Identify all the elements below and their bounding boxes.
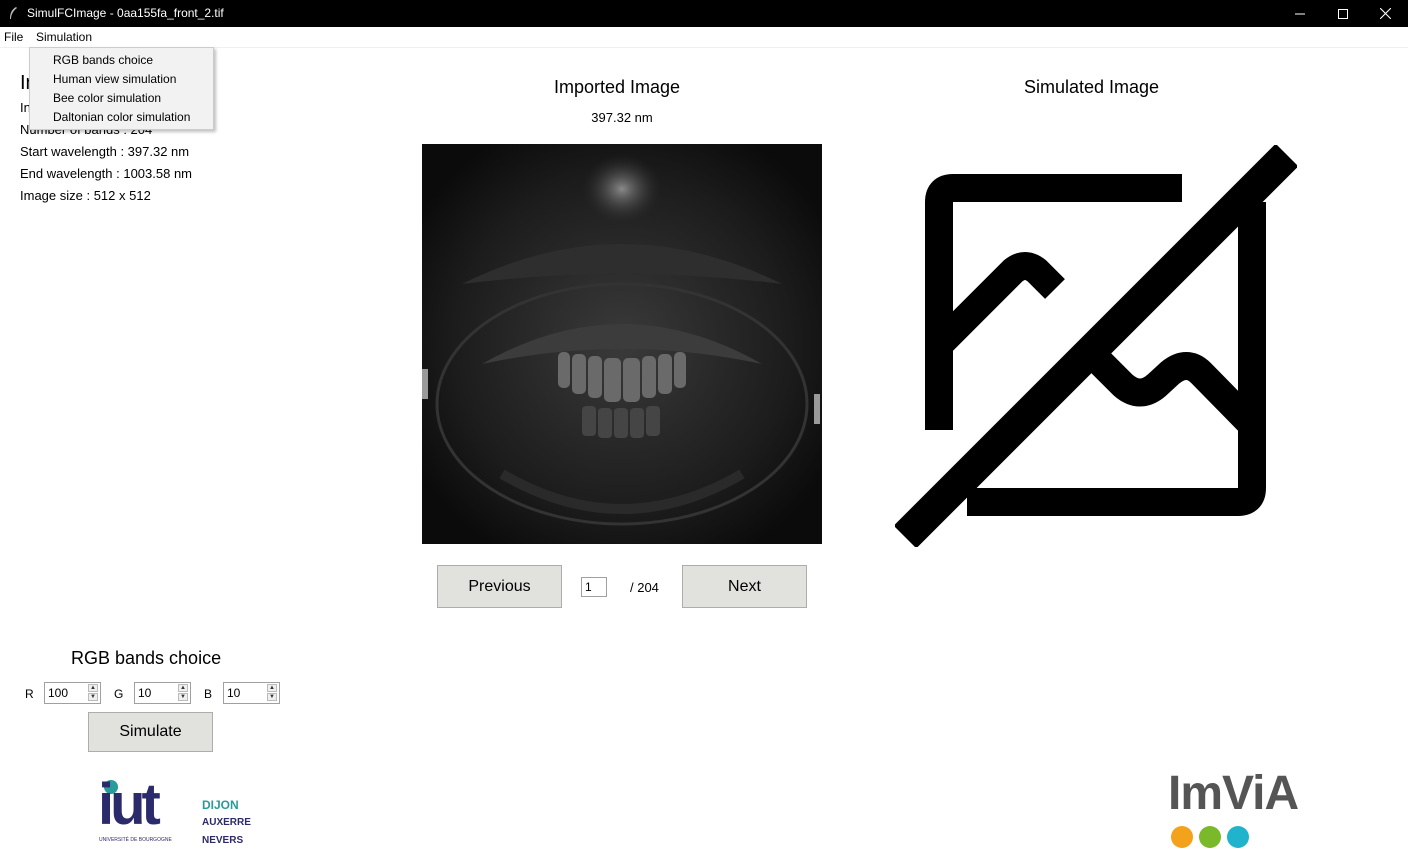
simulated-image-title: Simulated Image [1024,77,1160,97]
rgb-bands-choice-title: RGB bands choice [71,648,222,668]
imported-image-render [422,144,822,544]
minimize-button[interactable] [1277,0,1323,27]
menu-item-bee-color-simulation[interactable]: Bee color simulation [53,91,161,105]
menu-item-daltonian-color-simulation[interactable]: Daltonian color simulation [53,110,190,124]
info-image-size: Image size : 512 x 512 [20,188,151,203]
r-label: R [25,687,34,701]
page-number-input[interactable] [581,577,607,597]
r-spinbox[interactable]: 100 ▲ ▼ [44,682,101,704]
page-total: / 204 [630,580,659,595]
window-title: SimulFCImage - 0aa155fa_front_2.tif [27,6,224,20]
next-button[interactable]: Next [682,565,807,608]
b-spinbox[interactable]: 10 ▲ ▼ [223,682,280,704]
previous-button[interactable]: Previous [437,565,562,608]
maximize-icon [1338,8,1348,19]
info-start-wavelength: Start wavelength : 397.32 nm [20,144,190,159]
simulation-dropdown: RGB bands choice Human view simulation B… [29,47,214,130]
menu-item-human-view-simulation[interactable]: Human view simulation [53,72,176,86]
b-increment-icon[interactable]: ▲ [267,684,277,692]
b-value: 10 [227,686,241,700]
menu-bar: File Simulation [0,27,1408,48]
imvia-logo-text: ImViA [1168,767,1299,820]
title-bar: SimulFCImage - 0aa155fa_front_2.tif [0,0,1408,27]
imported-image-title: Imported Image [554,77,681,97]
app-feather-icon [10,7,17,19]
simulate-button[interactable]: Simulate [88,712,213,752]
info-end-wavelength: End wavelength : 1003.58 nm [20,166,193,181]
imvia-orange-dot [1171,826,1193,848]
imvia-blue-dot [1227,826,1249,848]
iut-logo: iut UNIVERSITÉ DE BOURGOGNE DIJON AUXERR… [98,772,258,848]
g-value: 10 [138,686,152,700]
iut-logo-auxerre: AUXERRE [202,817,251,828]
imvia-logo: ImViA [1168,766,1308,856]
iut-logo-text: iut [98,772,161,837]
iut-logo-dijon: DIJON [202,798,239,812]
close-icon [1379,8,1391,19]
close-button[interactable] [1362,0,1408,27]
iut-logo-tagline: UNIVERSITÉ DE BOURGOGNE [99,837,172,843]
b-label: B [204,687,213,701]
b-decrement-icon[interactable]: ▼ [267,693,277,701]
r-value: 100 [48,686,69,700]
iut-logo-nevers: NEVERS [202,835,244,846]
minimize-icon [1295,13,1305,14]
g-decrement-icon[interactable]: ▼ [178,693,188,701]
menu-file[interactable]: File [4,30,23,44]
maximize-button[interactable] [1320,0,1366,27]
g-spinbox[interactable]: 10 ▲ ▼ [134,682,191,704]
menu-simulation[interactable]: Simulation [36,30,92,44]
image-off-icon [895,145,1297,547]
current-wavelength: 397.32 nm [591,110,653,125]
imported-image [422,144,822,544]
menu-item-rgb-bands-choice[interactable]: RGB bands choice [53,53,153,67]
r-decrement-icon[interactable]: ▼ [88,693,98,701]
g-label: G [114,687,124,701]
g-increment-icon[interactable]: ▲ [178,684,188,692]
r-increment-icon[interactable]: ▲ [88,684,98,692]
imvia-green-dot [1199,826,1221,848]
